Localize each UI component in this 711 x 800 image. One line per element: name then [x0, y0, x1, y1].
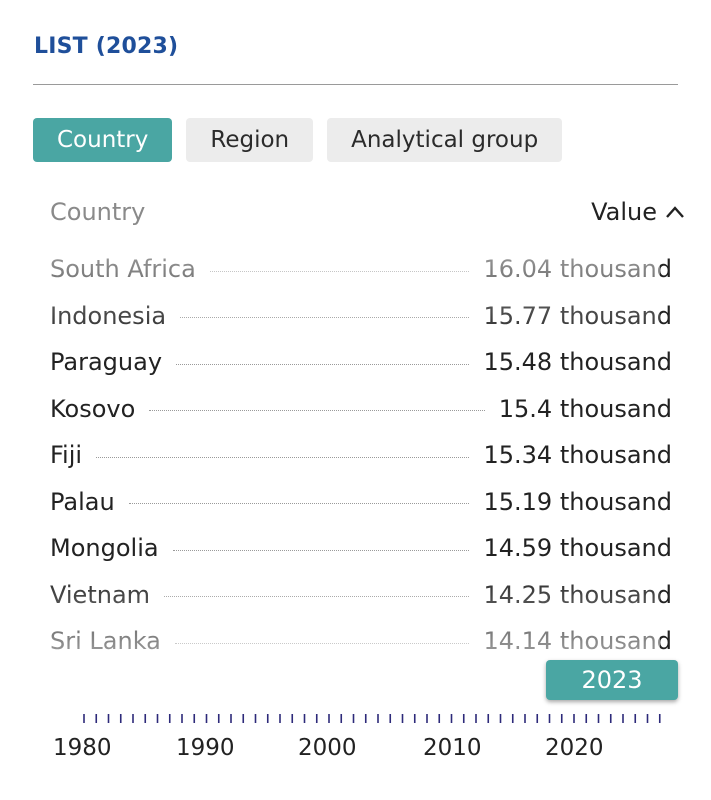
row-value: 15.19 thousand — [483, 487, 672, 516]
divider — [33, 84, 678, 85]
country-list: South Africa 16.04 thousand Indonesia 15… — [50, 246, 672, 665]
row-value: 15.34 thousand — [483, 441, 672, 470]
timeline-label: 1990 — [176, 735, 235, 761]
list-item: Mongolia 14.59 thousand — [50, 525, 672, 572]
list-item: Vietnam 14.25 thousand — [50, 572, 672, 619]
tab-region[interactable]: Region — [186, 118, 314, 162]
tab-analytical-group[interactable]: Analytical group — [327, 118, 563, 162]
row-value: 15.4 thousand — [498, 394, 672, 423]
row-country: Sri Lanka — [50, 627, 161, 656]
dotted-leader — [209, 270, 470, 272]
row-country: South Africa — [50, 255, 196, 284]
dotted-leader — [128, 503, 470, 505]
list-item: Paraguay 15.48 thousand — [50, 339, 672, 386]
list-item: South Africa 16.04 thousand — [50, 246, 672, 293]
row-value: 14.25 thousand — [483, 580, 672, 609]
row-country: Vietnam — [50, 580, 151, 609]
dotted-leader — [180, 317, 470, 319]
list-item: Fiji 15.34 thousand — [50, 432, 672, 479]
row-country: Palau — [50, 487, 115, 516]
row-country: Kosovo — [50, 394, 136, 423]
row-country: Fiji — [50, 441, 83, 470]
row-value: 15.77 thousand — [483, 301, 672, 330]
list-item: Indonesia 15.77 thousand — [50, 293, 672, 340]
column-header-value-label: Value — [591, 198, 657, 226]
row-value: 16.04 thousand — [483, 255, 672, 284]
column-header-country: Country — [50, 198, 146, 226]
dotted-leader — [172, 549, 470, 551]
list-item: Sri Lanka 14.14 thousand — [50, 618, 672, 665]
dotted-leader — [149, 410, 485, 412]
timeline-track[interactable] — [0, 713, 711, 725]
row-value: 14.59 thousand — [483, 534, 672, 563]
row-value: 14.14 thousand — [483, 627, 672, 656]
timeline-label: 2010 — [423, 735, 482, 761]
chevron-up-icon — [666, 206, 684, 218]
timeline-label: 2020 — [545, 735, 604, 761]
dotted-leader — [176, 363, 470, 365]
row-value: 15.48 thousand — [483, 348, 672, 377]
row-country: Paraguay — [50, 348, 163, 377]
column-header-value-sort[interactable]: Value — [591, 198, 685, 226]
list-item: Palau 15.19 thousand — [50, 479, 672, 526]
dotted-leader — [96, 456, 470, 458]
list-item: Kosovo 15.4 thousand — [50, 386, 672, 433]
dotted-leader — [164, 596, 470, 598]
row-country: Mongolia — [50, 534, 159, 563]
timeline-year-handle[interactable]: 2023 — [546, 660, 678, 700]
timeline-label: 2000 — [298, 735, 357, 761]
dotted-leader — [174, 642, 470, 644]
row-country: Indonesia — [50, 301, 167, 330]
tab-bar: Country Region Analytical group — [33, 118, 576, 162]
timeline-label: 1980 — [53, 735, 112, 761]
page-title: LIST (2023) — [34, 34, 179, 59]
tab-country[interactable]: Country — [33, 118, 173, 162]
